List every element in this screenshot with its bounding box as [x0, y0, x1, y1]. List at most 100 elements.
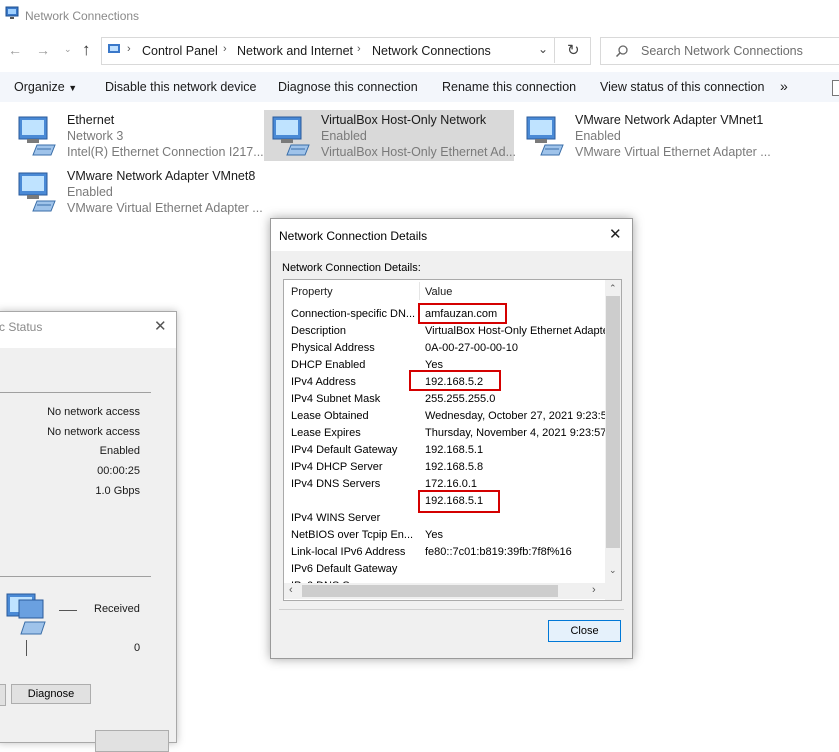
address-dropdown-chevron-icon[interactable]: ⌄ [538, 42, 548, 56]
ethernet-status-window: c Status ✕ No network access No network … [0, 311, 177, 752]
table-row[interactable]: IPv4 Default Gateway 192.168.5.1 [284, 442, 604, 459]
breadcrumb-network-and-internet[interactable]: Network and Internet [237, 44, 353, 58]
property-cell: Lease Expires [291, 427, 361, 439]
connection-status: Network 3 [67, 129, 124, 143]
list-header: Property Value [284, 280, 605, 302]
control-panel-icon [108, 44, 120, 53]
scroll-left-icon[interactable]: ‹ [289, 584, 293, 596]
received-value: 0 [134, 642, 141, 654]
connection-device: VirtualBox Host-Only Ethernet Ad... [321, 145, 517, 159]
property-cell: IPv4 Address [291, 376, 356, 388]
close-button[interactable]: Close [548, 620, 621, 642]
property-cell: IPv4 WINS Server [291, 512, 381, 524]
breadcrumb-separator: › [223, 43, 227, 55]
property-cell: NetBIOS over Tcpip En... [291, 529, 414, 541]
scroll-right-icon[interactable]: › [592, 584, 596, 596]
more-commands-chevron-icon[interactable]: » [780, 78, 788, 94]
address-divider [554, 37, 555, 63]
property-cell: Lease Obtained [291, 410, 369, 422]
hscroll-thumb[interactable] [302, 585, 558, 597]
value-cell: Wednesday, October 27, 2021 9:23:5 [425, 410, 605, 422]
properties-button[interactable] [0, 684, 6, 706]
diagnose-button[interactable]: Diagnose [11, 684, 91, 704]
connection-name: VMware Network Adapter VMnet1 [575, 113, 764, 127]
window-title: Network Connections [25, 9, 140, 23]
highlight-dns-suffix [418, 303, 507, 324]
table-row[interactable]: IPv6 Default Gateway [284, 561, 604, 578]
network-connections-app-icon [5, 6, 19, 19]
change-view-icon[interactable] [832, 80, 839, 96]
table-row[interactable]: IPv4 Subnet Mask 255.255.255.0 [284, 391, 604, 408]
vertical-scrollbar[interactable]: ⌃ ⌄ [605, 280, 621, 583]
ipv4-connectivity-value: No network access [47, 406, 140, 418]
table-row[interactable]: Link-local IPv6 Address fe80::7c01:b819:3… [284, 544, 604, 561]
property-cell: IPv4 DHCP Server [291, 461, 383, 473]
status-window-title: c Status [0, 320, 43, 334]
details-list-view[interactable]: Property Value Connection-specific DN...… [283, 279, 622, 601]
rename-connection-button[interactable]: Rename this connection [442, 80, 576, 94]
close-icon[interactable]: ✕ [154, 317, 167, 335]
connection-item-virtualbox[interactable]: VirtualBox Host-Only Network Enabled Vir… [271, 113, 516, 163]
table-row[interactable]: IPv4 DHCP Server 192.168.5.8 [284, 459, 604, 476]
address-bar[interactable]: › Control Panel › Network and Internet ›… [101, 37, 591, 65]
breadcrumb-control-panel[interactable]: Control Panel [142, 44, 218, 58]
command-bar: Organize ▼ Disable this network device D… [0, 72, 839, 102]
value-cell: 192.168.5.8 [425, 461, 484, 473]
column-header-property[interactable]: Property [291, 286, 333, 298]
connection-status: Enabled [575, 129, 621, 143]
search-icon [615, 45, 628, 58]
table-row[interactable]: NetBIOS over Tcpip En... Yes [284, 527, 604, 544]
table-row[interactable]: Lease Expires Thursday, November 4, 2021 … [284, 425, 605, 442]
speed-value: 1.0 Gbps [95, 485, 140, 497]
connection-item-vmnet8[interactable]: VMware Network Adapter VMnet8 Enabled VM… [17, 169, 263, 219]
network-adapter-icon [526, 116, 564, 156]
property-cell: Link-local IPv6 Address [291, 546, 406, 558]
connection-item-ethernet[interactable]: Ethernet Network 3 Intel(R) Ethernet Con… [17, 113, 264, 163]
property-cell: IPv6 Default Gateway [291, 563, 398, 575]
breadcrumb-separator: › [357, 43, 361, 55]
back-arrow-icon[interactable]: ← [8, 42, 22, 58]
connection-status: Enabled [67, 185, 113, 199]
refresh-icon[interactable]: ↻ [567, 41, 580, 59]
connection-device: Intel(R) Ethernet Connection I217... [67, 145, 264, 159]
ipv6-connectivity-value: No network access [47, 426, 140, 438]
scroll-thumb[interactable] [606, 296, 620, 548]
highlight-ipv4-address [409, 370, 501, 391]
connection-status: Enabled [321, 129, 367, 143]
property-cell: IPv4 Default Gateway [291, 444, 398, 456]
network-activity-icon [6, 593, 46, 635]
breadcrumb-network-connections[interactable]: Network Connections [372, 44, 491, 58]
divider [0, 576, 151, 577]
search-box[interactable]: Search Network Connections [600, 37, 839, 65]
activity-tick [26, 640, 27, 656]
disable-device-button[interactable]: Disable this network device [105, 80, 256, 94]
duration-value: 00:00:25 [97, 465, 140, 477]
value-cell: 255.255.255.0 [425, 393, 496, 405]
connection-device: VMware Virtual Ethernet Adapter ... [67, 201, 263, 215]
scroll-up-icon[interactable]: ⌃ [609, 283, 617, 294]
close-icon[interactable]: ✕ [609, 225, 622, 243]
column-divider[interactable] [419, 282, 420, 300]
table-row[interactable]: Description VirtualBox Host-Only Ethernet… [284, 323, 605, 340]
network-connection-details-dialog: Network Connection Details ✕ Network Con… [270, 218, 633, 659]
horizontal-scrollbar[interactable]: ‹ › [284, 583, 605, 599]
divider [0, 392, 151, 393]
connection-item-vmnet1[interactable]: VMware Network Adapter VMnet1 Enabled VM… [525, 113, 785, 163]
value-cell: 0A-00-27-00-00-10 [425, 342, 518, 354]
table-row[interactable]: Physical Address 0A-00-27-00-00-10 [284, 340, 604, 357]
view-status-button[interactable]: View status of this connection [600, 80, 764, 94]
forward-arrow-icon[interactable]: → [36, 42, 50, 58]
up-arrow-icon[interactable]: ↑ [82, 40, 91, 60]
close-button[interactable] [95, 730, 169, 752]
column-header-value[interactable]: Value [425, 286, 452, 298]
search-placeholder: Search Network Connections [641, 44, 803, 58]
window-titlebar: Network Connections [0, 0, 839, 32]
breadcrumb-separator: › [127, 43, 131, 55]
organize-menu[interactable]: Organize ▼ [14, 80, 77, 94]
recent-locations-chevron-icon[interactable]: ⌄ [64, 44, 72, 55]
property-cell: IPv4 DNS Servers [291, 478, 381, 490]
scroll-down-icon[interactable]: ⌄ [609, 565, 617, 576]
table-row[interactable]: Lease Obtained Wednesday, October 27, 202… [284, 408, 605, 425]
diagnose-connection-button[interactable]: Diagnose this connection [278, 80, 418, 94]
organize-dropdown-icon: ▼ [68, 83, 78, 93]
